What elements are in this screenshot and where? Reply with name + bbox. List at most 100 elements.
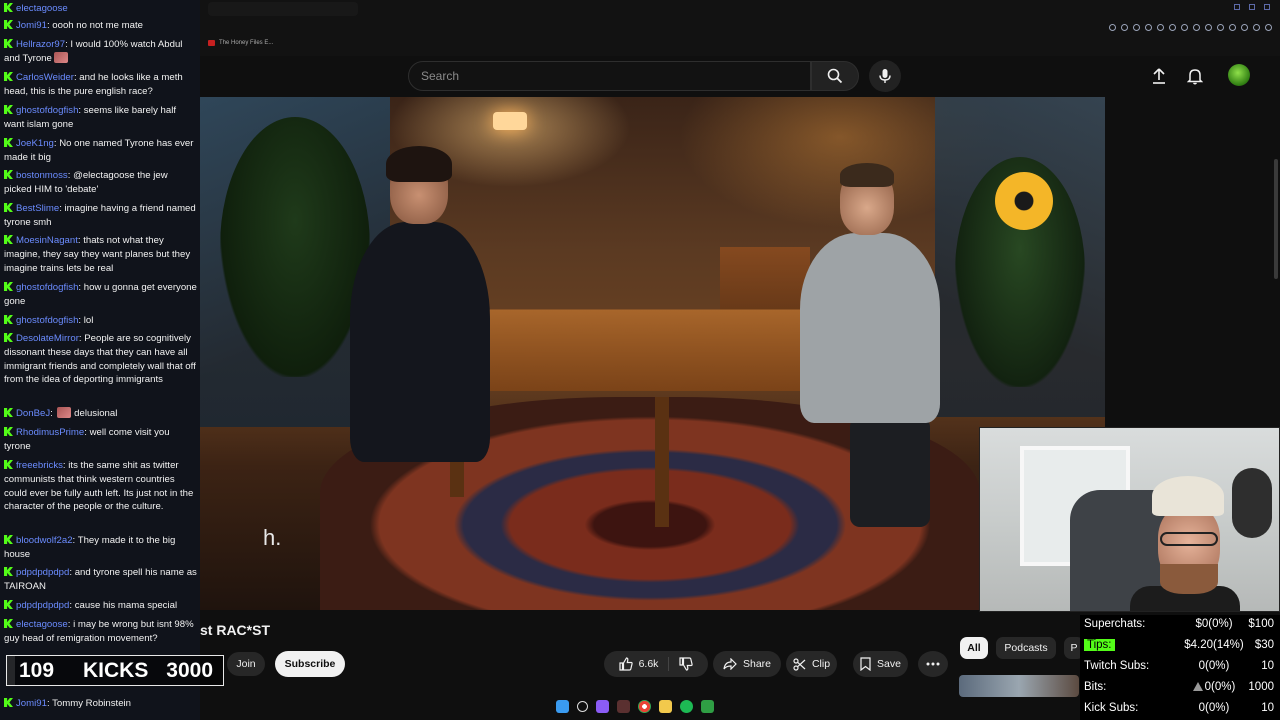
app-icon[interactable] [617,700,630,713]
stat-value: 0(0%) [1198,702,1230,714]
chip-podcasts[interactable]: Podcasts [996,637,1056,659]
stat-goal: 10 [1261,702,1274,714]
chat-username: MoesinNagant [16,235,78,246]
scrollbar[interactable] [1274,159,1278,279]
kick-badge-icon [4,535,13,544]
chat-username: ghostofdogfish [16,282,79,293]
search-box [408,61,811,91]
chat-username: freeebricks [16,460,63,471]
kick-badge-icon [4,203,13,212]
spotify-icon[interactable] [680,700,693,713]
video-player[interactable]: h. [200,97,1105,610]
extension-icon[interactable] [1193,24,1200,31]
search-button[interactable] [811,61,859,91]
chat-message: RhodimusPrime: well come visit you tyron… [4,427,170,452]
bits-gem-icon [1192,682,1203,691]
kick-badge-icon [4,138,13,147]
windows-start-icon[interactable] [556,700,569,713]
clip-button[interactable]: Clip [786,651,837,677]
search-input[interactable] [409,62,810,90]
save-button[interactable]: Save [853,651,908,677]
chip-all[interactable]: All [960,637,988,659]
extension-icon[interactable] [1241,24,1248,31]
app-icon[interactable] [596,700,609,713]
kick-badge-icon [4,235,13,244]
bell-icon [1187,69,1203,85]
voice-search-button[interactable] [869,60,901,92]
kick-badge-icon [4,39,13,48]
kick-badge-icon [4,698,13,707]
recommended-thumbnail[interactable] [959,675,1079,697]
extension-icon[interactable] [1145,24,1152,31]
video-person [790,163,940,527]
chat-username: DesolateMirror [16,333,79,344]
video-caption: h. [263,525,282,550]
stat-goal: 10 [1261,660,1274,672]
extension-icon[interactable] [1133,24,1140,31]
more-actions-button[interactable] [918,651,948,677]
like-count: 6.6k [638,658,659,670]
kick-badge-icon [4,333,13,342]
chat-message: BestSlime: imagine having a friend named… [4,203,196,228]
maximize-icon[interactable] [1249,4,1255,10]
extension-icon[interactable] [1121,24,1128,31]
extension-icon[interactable] [1253,24,1260,31]
stat-value: $0(0%) [1195,618,1233,630]
bookmark-item[interactable]: The Honey Files E... [208,40,273,46]
search-icon[interactable] [577,701,588,712]
close-icon[interactable] [1264,4,1270,10]
extension-icon[interactable] [1205,24,1212,31]
stat-label: Twitch Subs: [1084,660,1150,672]
join-button[interactable]: Join [227,652,265,676]
chat-username: DonBeJ [16,408,51,419]
zoom-icon[interactable] [1109,24,1116,31]
kick-badge-icon [4,315,13,324]
subscribe-button[interactable]: Subscribe [275,651,345,677]
chat-message: Jomi91: Tommy Robinstein [4,697,198,711]
kicks-goal-bar: 109 KICKS 3000 [6,655,224,686]
browser-tab[interactable] [208,2,358,16]
folder-icon[interactable] [659,700,672,713]
chat-message: pdpdpdpdpd: cause his mama special [4,599,198,613]
chat-text: lol [83,315,94,326]
chat-username: Jomi91 [16,698,47,709]
extension-icon[interactable] [1229,24,1236,31]
chat-username: ghostofdogfish [16,315,79,326]
kick-badge-icon [4,460,13,469]
extension-toolbar [1109,24,1272,31]
chat-text: cause his mama special [74,600,178,611]
chat-username: JoeK1ng [16,138,54,149]
video-scene [655,397,669,527]
minimize-icon[interactable] [1234,4,1240,10]
chrome-icon[interactable] [638,700,651,713]
kicks-goal-fill [7,656,15,685]
kick-badge-icon [4,105,13,114]
extension-icon[interactable] [1265,24,1272,31]
chat-username: electagoose [16,3,68,14]
app-icon[interactable] [701,700,714,713]
browser-top-bar: The Honey Files E... [200,0,1280,56]
chat-text: oooh no not me mate [52,20,143,31]
kicks-label: KICKS [83,659,149,682]
chat-text: Tommy Robinstein [52,698,132,709]
shield-icon[interactable] [1157,24,1164,31]
chat-message: pdpdpdpdpd: and tyrone spell his name as… [4,567,197,592]
avatar[interactable] [1228,64,1250,86]
emote-icon [57,407,72,418]
chat-username: CarlosWeider [16,72,74,83]
share-label: Share [742,658,772,670]
like-button[interactable]: 6.6k [618,657,670,671]
kicks-current: 109 [19,659,55,682]
kick-badge-icon [4,72,13,81]
dislike-button[interactable] [675,657,694,671]
share-button[interactable]: Share [713,651,781,677]
heart-icon[interactable] [1181,24,1188,31]
stat-row-twitch-subs: Twitch Subs: 0(0%) 10 [1080,657,1280,677]
extension-icon[interactable] [1217,24,1224,31]
chat-username: BestSlime [16,203,60,214]
search-icon [827,68,843,84]
notifications-button[interactable] [1183,64,1207,88]
upload-button[interactable] [1147,64,1171,88]
extension-icon[interactable] [1169,24,1176,31]
scissors-icon [793,657,806,671]
